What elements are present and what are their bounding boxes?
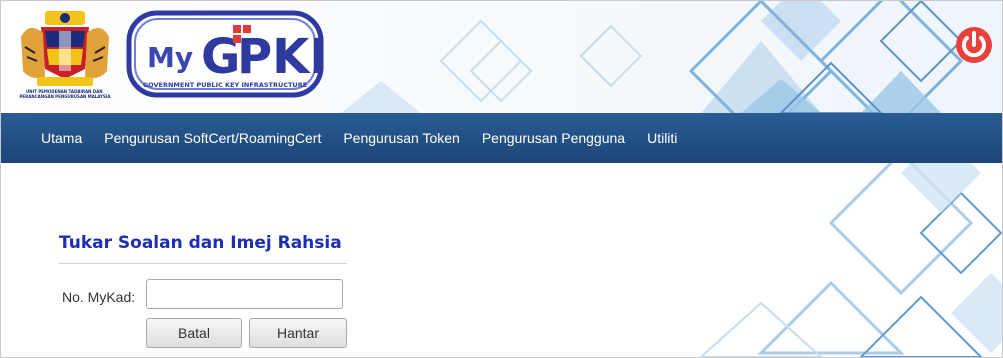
nav-item-utama[interactable]: Utama bbox=[41, 130, 82, 146]
nav-item-pengurusan-softcert[interactable]: Pengurusan SoftCert/RoamingCert bbox=[104, 130, 321, 146]
nav-item-pengurusan-pengguna[interactable]: Pengurusan Pengguna bbox=[482, 130, 625, 146]
form-title: Tukar Soalan dan Imej Rahsia bbox=[59, 233, 342, 253]
svg-text:PKI: PKI bbox=[237, 29, 325, 85]
mygpki-logo: My G PKI GOVERNMENT PUBLIC KEY INFRASTRU… bbox=[126, 10, 325, 98]
coat-of-arms-text: UNIT PEMODENAN TADBIRAN DAN PERANCANGAN … bbox=[20, 89, 112, 99]
svg-text:My: My bbox=[147, 41, 193, 74]
mykad-label: No. MyKad: bbox=[62, 289, 136, 305]
title-divider bbox=[59, 263, 347, 264]
main-content: Tukar Soalan dan Imej Rahsia No. MyKad: … bbox=[1, 163, 1002, 357]
main-nav: Utama Pengurusan SoftCert/RoamingCert Pe… bbox=[1, 113, 1002, 163]
mykad-input[interactable] bbox=[146, 279, 343, 309]
app-window: UNIT PEMODENAN TADBIRAN DAN PERANCANGAN … bbox=[0, 0, 1003, 358]
logo-subtext: GOVERNMENT PUBLIC KEY INFRASTRUCTURE bbox=[143, 81, 307, 89]
power-icon[interactable] bbox=[954, 25, 994, 65]
nav-item-utiliti[interactable]: Utiliti bbox=[647, 130, 677, 146]
header-banner: UNIT PEMODENAN TADBIRAN DAN PERANCANGAN … bbox=[1, 1, 1002, 113]
coat-of-arms-logo: UNIT PEMODENAN TADBIRAN DAN PERANCANGAN … bbox=[20, 11, 112, 99]
nav-item-pengurusan-token[interactable]: Pengurusan Token bbox=[343, 130, 460, 146]
submit-button[interactable]: Hantar bbox=[249, 318, 347, 348]
cancel-button[interactable]: Batal bbox=[146, 318, 242, 348]
